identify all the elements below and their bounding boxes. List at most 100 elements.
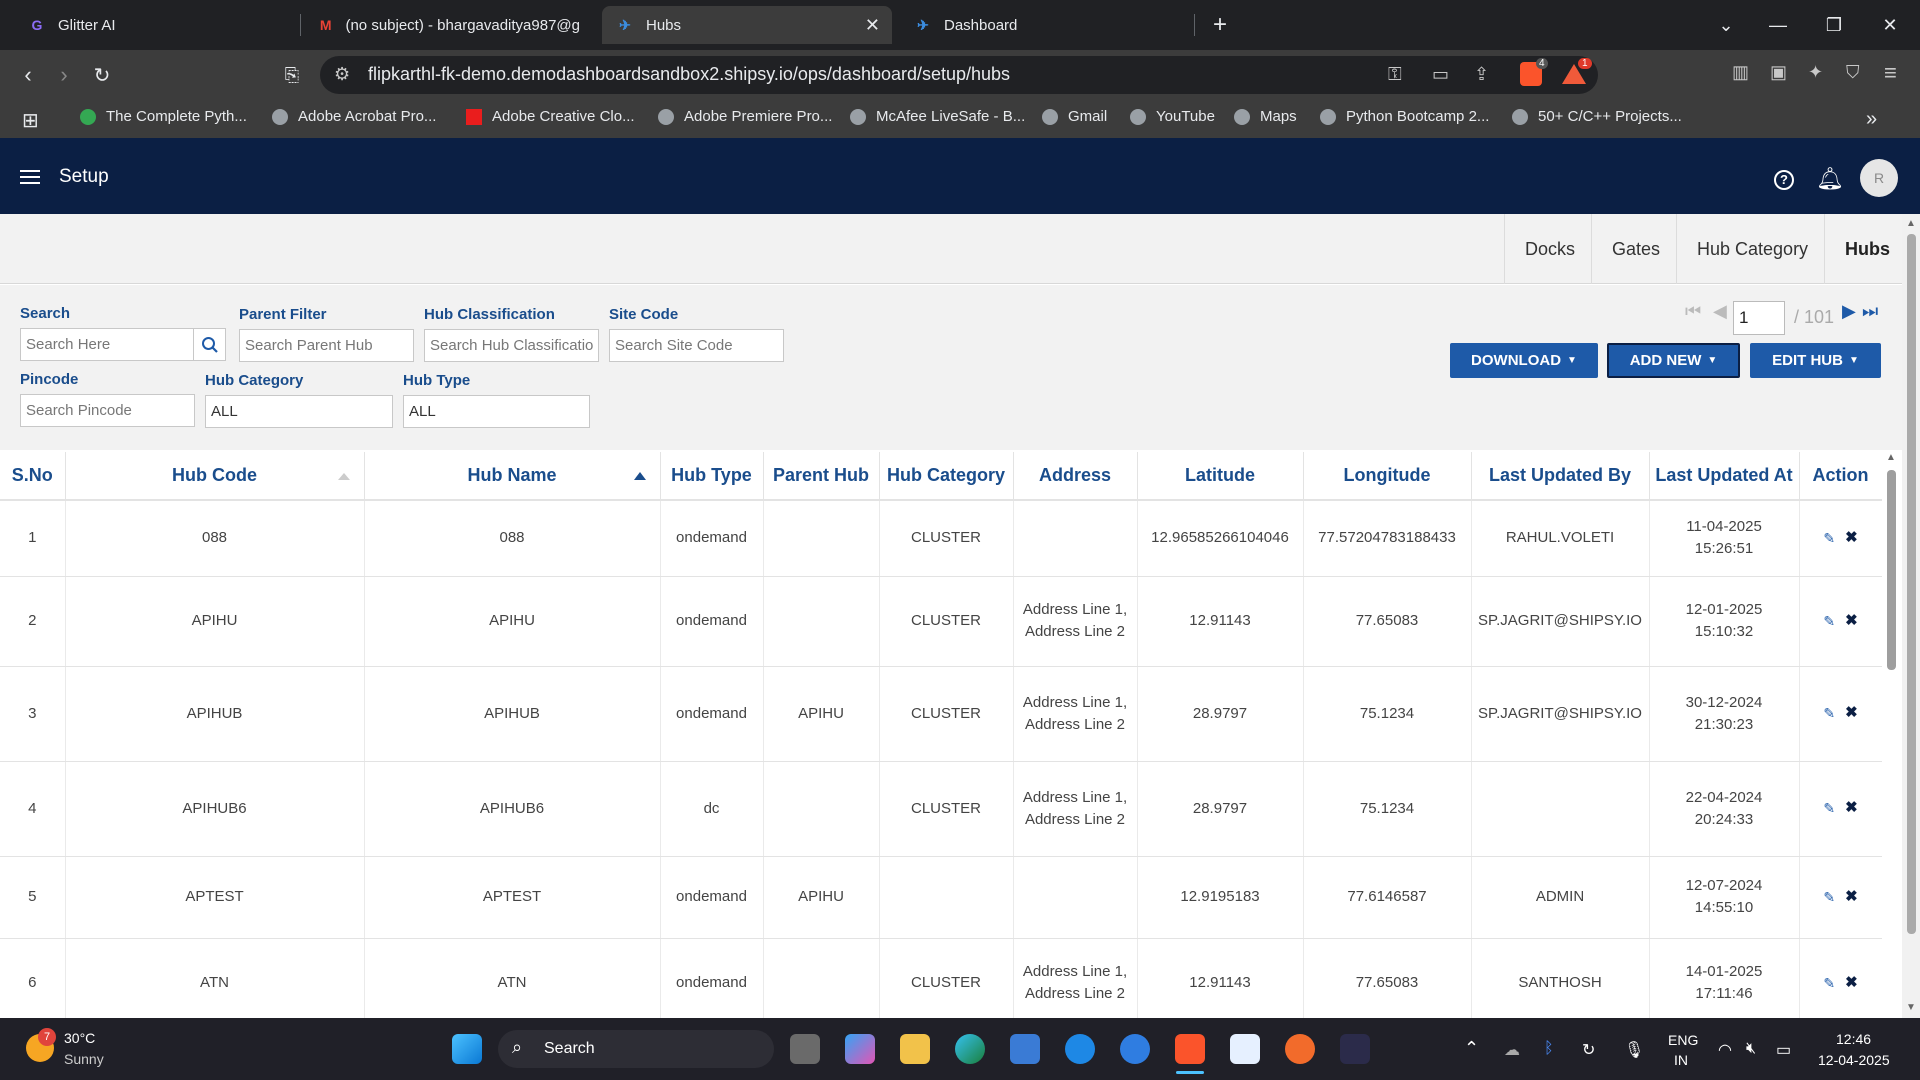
onedrive-icon[interactable]: ☁: [1504, 1040, 1520, 1060]
delete-icon[interactable]: ✖: [1845, 702, 1858, 724]
taskbar-search[interactable]: ⌕ Search: [498, 1030, 774, 1068]
sort-asc-icon[interactable]: [633, 472, 646, 480]
edit-icon[interactable]: ✎: [1823, 886, 1835, 908]
microphone-icon[interactable]: 🎙︎: [1624, 1040, 1644, 1060]
minimize-button[interactable]: —: [1750, 0, 1806, 50]
tab-search-chevron-icon[interactable]: ⌄: [1698, 0, 1754, 50]
site-code-input[interactable]: Search Site Code: [609, 329, 784, 362]
last-page-icon[interactable]: ⏭: [1862, 301, 1878, 322]
prev-page-icon[interactable]: ◀: [1713, 301, 1727, 322]
bookmark-item[interactable]: 50+ C/C++ Projects...: [1512, 108, 1682, 125]
delete-icon[interactable]: ✖: [1845, 886, 1858, 908]
url-text[interactable]: flipkarthl-fk-demo.demodashboardsandbox2…: [368, 64, 1010, 85]
edit-icon[interactable]: ✎: [1823, 527, 1835, 549]
tab-hub-category[interactable]: Hub Category: [1676, 214, 1828, 284]
clock-date[interactable]: 12-04-2025: [1818, 1052, 1890, 1068]
postman-icon[interactable]: [1285, 1034, 1315, 1064]
store-icon[interactable]: [1010, 1034, 1040, 1064]
close-tab-icon[interactable]: ✕: [865, 15, 880, 36]
sort-icon[interactable]: [337, 473, 350, 480]
bluetooth-icon[interactable]: ᛒ: [1544, 1040, 1554, 1058]
document-app-icon[interactable]: [1230, 1034, 1260, 1064]
hub-type-select[interactable]: ALL: [403, 395, 590, 428]
hub-classification-input[interactable]: Search Hub Classificatio: [424, 329, 599, 362]
sync-app-icon[interactable]: [1120, 1034, 1150, 1064]
bookmark-item[interactable]: Maps: [1234, 108, 1297, 125]
sync-icon[interactable]: ↻: [1582, 1040, 1595, 1060]
bookmark-item[interactable]: Adobe Creative Clo...: [466, 108, 635, 125]
parent-hub-input[interactable]: Search Parent Hub: [239, 329, 414, 362]
page-scrollbar[interactable]: ▲ ▼: [1902, 214, 1920, 1018]
site-info-icon[interactable]: ⚙: [334, 64, 350, 85]
edge-icon[interactable]: [955, 1034, 985, 1064]
first-page-icon[interactable]: ⏮: [1685, 301, 1701, 322]
search-input[interactable]: Search Here: [20, 328, 194, 361]
tab-hubs[interactable]: Hubs: [1824, 214, 1902, 284]
search-button[interactable]: [193, 328, 226, 361]
vpn-icon[interactable]: ⛉: [1846, 62, 1860, 83]
tab-docks[interactable]: Docks: [1504, 214, 1595, 284]
table-scrollbar[interactable]: ▲: [1882, 452, 1902, 1018]
delete-icon[interactable]: ✖: [1845, 972, 1858, 994]
hamburger-menu-icon[interactable]: [20, 170, 40, 184]
forward-button[interactable]: ›: [50, 61, 78, 89]
delete-icon[interactable]: ✖: [1845, 527, 1858, 549]
edit-icon[interactable]: ✎: [1823, 797, 1835, 819]
tab-hubs[interactable]: ✈ Hubs ✕: [602, 6, 892, 44]
add-new-button[interactable]: ADD NEW ▼: [1607, 343, 1740, 378]
leo-ai-icon[interactable]: ✦: [1808, 62, 1823, 83]
bookmark-icon[interactable]: ⎘: [278, 61, 306, 89]
pincode-input[interactable]: Search Pincode: [20, 394, 195, 427]
share-icon[interactable]: ⇪: [1474, 64, 1489, 85]
key-icon[interactable]: ⚿: [1388, 64, 1402, 85]
edit-icon[interactable]: ✎: [1823, 610, 1835, 632]
app-icon[interactable]: [1065, 1034, 1095, 1064]
bookmark-item[interactable]: Adobe Acrobat Pro...: [272, 108, 436, 125]
avatar[interactable]: R: [1860, 159, 1898, 197]
file-explorer-icon[interactable]: [900, 1034, 930, 1064]
bookmark-item[interactable]: YouTube: [1130, 108, 1215, 125]
more-bookmarks-icon[interactable]: »: [1866, 108, 1877, 131]
bookmark-item[interactable]: The Complete Pyth...: [80, 108, 247, 125]
new-tab-button[interactable]: +: [1192, 0, 1248, 50]
page-scroll-thumb[interactable]: [1907, 234, 1916, 934]
next-page-icon[interactable]: ▶: [1842, 301, 1856, 322]
glitter-app-icon[interactable]: [1340, 1034, 1370, 1064]
scroll-down-icon[interactable]: ▼: [1906, 1002, 1916, 1013]
tab-dashboard[interactable]: ✈ Dashboard: [900, 6, 1190, 44]
wallet-icon[interactable]: ▣: [1770, 62, 1787, 83]
download-button[interactable]: DOWNLOAD ▼: [1450, 343, 1598, 378]
col-hub-name[interactable]: Hub Name: [364, 452, 661, 501]
tab-glitter-ai[interactable]: G Glitter AI: [14, 6, 300, 44]
battery-icon[interactable]: ▭: [1776, 1040, 1791, 1060]
volume-muted-icon[interactable]: 🔇︎: [1746, 1040, 1756, 1058]
reload-button[interactable]: ↻: [88, 61, 116, 89]
bookmark-item[interactable]: McAfee LiveSafe - B...: [850, 108, 1025, 125]
close-window-button[interactable]: ✕: [1862, 0, 1918, 50]
bookmark-item[interactable]: Python Bootcamp 2...: [1320, 108, 1489, 125]
table-scroll-thumb[interactable]: [1887, 470, 1896, 670]
tab-gmail[interactable]: M (no subject) - bhargavaditya987@g: [304, 6, 594, 44]
clock-time[interactable]: 12:46: [1836, 1031, 1871, 1047]
delete-icon[interactable]: ✖: [1845, 610, 1858, 632]
scroll-up-icon[interactable]: ▲: [1906, 218, 1916, 229]
language-top[interactable]: ENG: [1668, 1032, 1698, 1048]
edit-icon[interactable]: ✎: [1823, 702, 1835, 724]
windows-start-icon[interactable]: [452, 1034, 482, 1064]
bell-icon[interactable]: 🔔︎: [1816, 166, 1844, 192]
task-view-icon[interactable]: [790, 1034, 820, 1064]
edit-icon[interactable]: ✎: [1823, 972, 1835, 994]
menu-icon[interactable]: ≡: [1884, 60, 1897, 86]
bookmark-item[interactable]: Adobe Premiere Pro...: [658, 108, 832, 125]
col-hub-code[interactable]: Hub Code: [65, 452, 365, 501]
delete-icon[interactable]: ✖: [1845, 797, 1858, 819]
sidebar-toggle-icon[interactable]: ▥: [1732, 62, 1749, 83]
tray-chevron-icon[interactable]: ⌃: [1464, 1038, 1479, 1059]
bookmark-item[interactable]: Gmail: [1042, 108, 1107, 125]
hub-category-select[interactable]: ALL: [205, 395, 393, 428]
edit-hub-button[interactable]: EDIT HUB ▼: [1750, 343, 1881, 378]
cast-icon[interactable]: ▭: [1432, 64, 1449, 85]
language-bottom[interactable]: IN: [1674, 1052, 1688, 1068]
back-button[interactable]: ‹: [14, 61, 42, 89]
brave-icon[interactable]: [1175, 1034, 1205, 1064]
